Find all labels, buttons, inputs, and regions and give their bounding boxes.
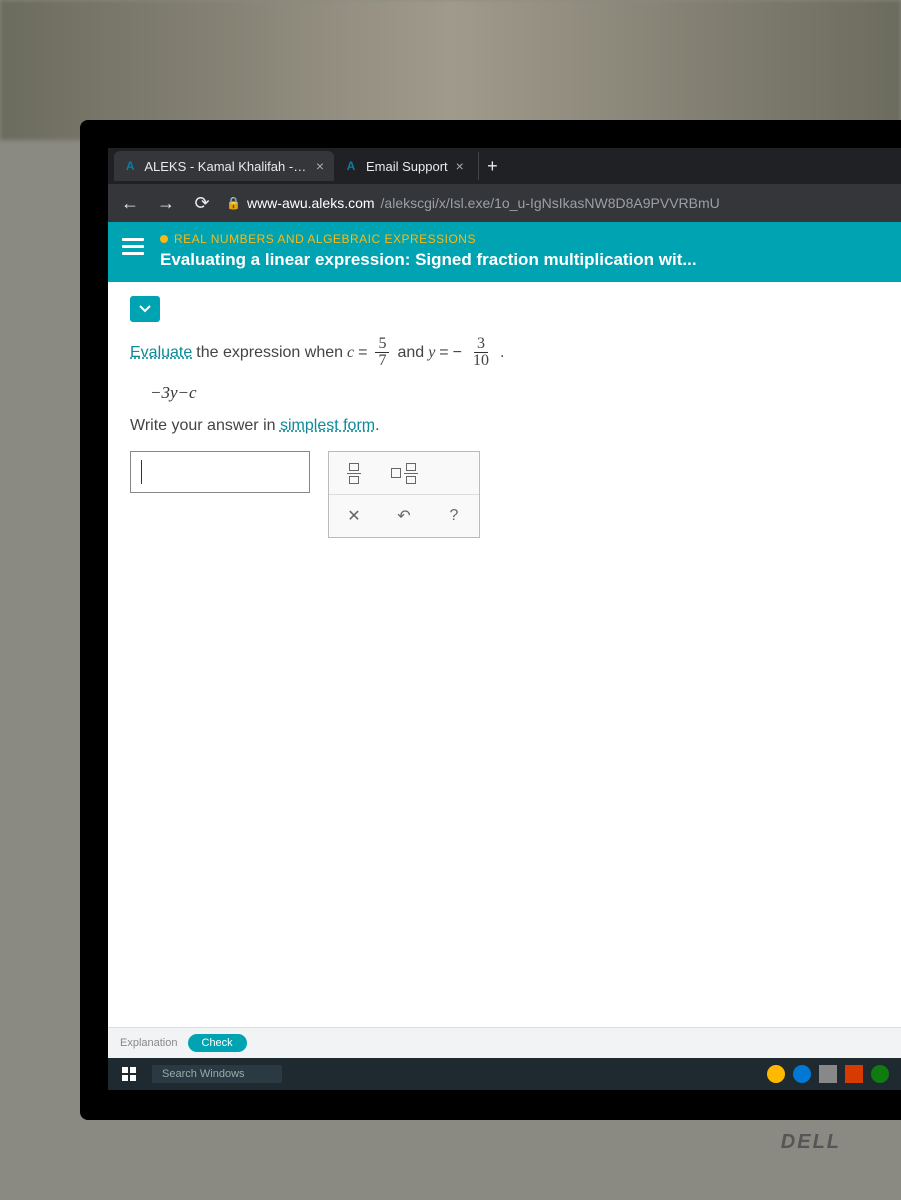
help-button[interactable]: ? (429, 495, 479, 537)
tray-icon[interactable] (871, 1065, 889, 1083)
url-host: www-awu.aleks.com (247, 195, 375, 211)
tab-title: ALEKS - Kamal Khalifah - Learn (144, 159, 307, 174)
url-path: /alekscgi/x/Isl.exe/1o_u-IgNsIkasNW8D8A9… (381, 195, 720, 211)
start-button[interactable] (112, 1061, 146, 1087)
math-toolbar: ✕ ↶ ? (328, 451, 480, 538)
fraction-icon (347, 463, 361, 484)
mixed-number-button[interactable] (379, 452, 429, 494)
browser-nav-bar: ← → ⟳ 🔒 www-awu.aleks.com/alekscgi/x/Isl… (108, 184, 901, 222)
aleks-header: REAL NUMBERS AND ALGEBRAIC EXPRESSIONS E… (108, 222, 901, 282)
lock-icon: 🔒 (226, 196, 241, 210)
expression: −3y−c (150, 383, 879, 403)
chevron-down-icon (139, 305, 151, 313)
problem-content: Evaluate the expression when c = 5 7 and… (108, 282, 901, 1027)
instruction: Write your answer in simplest form. (130, 417, 879, 435)
forward-button[interactable]: → (154, 193, 178, 214)
browser-tab-email[interactable]: A Email Support × (334, 151, 474, 181)
tray-icon[interactable] (845, 1065, 863, 1083)
answer-input[interactable] (130, 451, 310, 493)
fraction-5-7: 5 7 (375, 336, 389, 369)
new-tab-button[interactable]: + (478, 152, 506, 180)
undo-button[interactable]: ↶ (379, 495, 429, 537)
windows-taskbar: Search Windows (108, 1058, 901, 1090)
browser-tab-aleks[interactable]: A ALEKS - Kamal Khalifah - Learn × (114, 151, 334, 181)
close-tab-icon[interactable]: × (316, 158, 324, 174)
breadcrumb-dot-icon (160, 235, 168, 243)
problem-statement: Evaluate the expression when c = 5 7 and… (130, 336, 879, 369)
mixed-number-icon (391, 463, 418, 484)
address-bar[interactable]: 🔒 www-awu.aleks.com/alekscgi/x/Isl.exe/1… (226, 195, 891, 211)
browser-tab-bar: A ALEKS - Kamal Khalifah - Learn × A Ema… (108, 148, 901, 184)
aleks-footer: Explanation Check (108, 1027, 901, 1058)
fraction-3-10: 3 10 (470, 336, 492, 369)
windows-icon (122, 1067, 136, 1081)
term-evaluate[interactable]: Evaluate (130, 344, 192, 362)
check-button[interactable]: Check (188, 1034, 247, 1052)
taskbar-search[interactable]: Search Windows (152, 1065, 282, 1083)
breadcrumb: REAL NUMBERS AND ALGEBRAIC EXPRESSIONS (160, 232, 887, 246)
monitor-brand: DELL (781, 1131, 841, 1154)
menu-icon[interactable] (122, 232, 144, 255)
term-simplest-form[interactable]: simplest form (280, 417, 375, 434)
tray-icon[interactable] (793, 1065, 811, 1083)
taskbar-tray (767, 1065, 897, 1083)
expand-button[interactable] (130, 296, 160, 322)
page-title: Evaluating a linear expression: Signed f… (160, 250, 887, 270)
fraction-button[interactable] (329, 452, 379, 494)
close-tab-icon[interactable]: × (456, 158, 464, 174)
explanation-link[interactable]: Explanation (120, 1037, 178, 1049)
text-cursor (141, 460, 142, 484)
reload-button[interactable]: ⟳ (190, 193, 214, 214)
clear-button[interactable]: ✕ (329, 495, 379, 537)
aleks-favicon: A (344, 159, 358, 173)
back-button[interactable]: ← (118, 193, 142, 214)
aleks-favicon: A (124, 159, 136, 173)
tray-icon[interactable] (819, 1065, 837, 1083)
tray-icon[interactable] (767, 1065, 785, 1083)
tab-title: Email Support (366, 159, 448, 174)
